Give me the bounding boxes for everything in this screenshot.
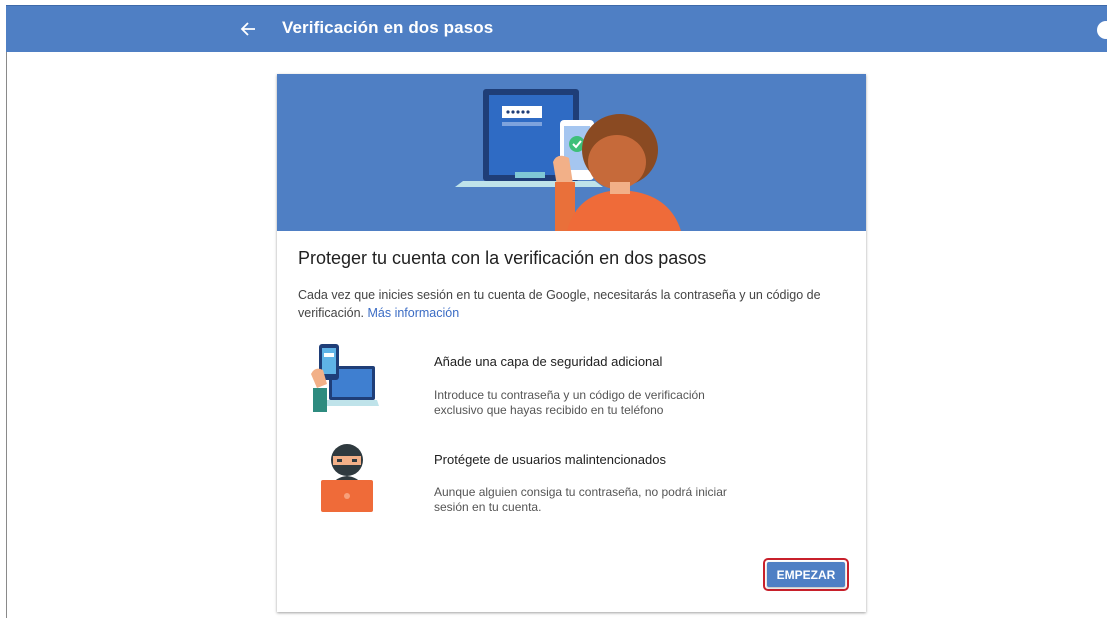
hero-banner (277, 74, 866, 231)
back-button[interactable] (234, 15, 262, 43)
app-header: Verificación en dos pasos (6, 5, 1107, 52)
feature-title: Añade una capa de seguridad adicional (434, 354, 663, 369)
hero-illustration (455, 89, 681, 231)
phone-laptop-illustration (311, 344, 379, 412)
feature-description: Aunque alguien consiga tu contraseña, no… (434, 485, 727, 514)
start-button[interactable]: EMPEZAR (767, 562, 845, 587)
card-description: Cada vez que inicies sesión en tu cuenta… (298, 286, 838, 322)
card-title: Proteger tu cuenta con la verificación e… (298, 248, 707, 268)
arrow-back-icon (240, 22, 255, 36)
more-info-link[interactable]: Más información (367, 306, 459, 320)
start-button-highlight: EMPEZAR (763, 558, 849, 591)
hacker-illustration (321, 444, 373, 512)
feature-description: Introduce tu contraseña y un código de v… (434, 388, 705, 417)
page-title: Verificación en dos pasos (282, 18, 494, 37)
feature-title: Protégete de usuarios malintencionados (434, 452, 666, 467)
two-step-card: Proteger tu cuenta con la verificación e… (277, 74, 866, 612)
help-icon[interactable] (1097, 21, 1107, 39)
window-border (6, 52, 7, 618)
